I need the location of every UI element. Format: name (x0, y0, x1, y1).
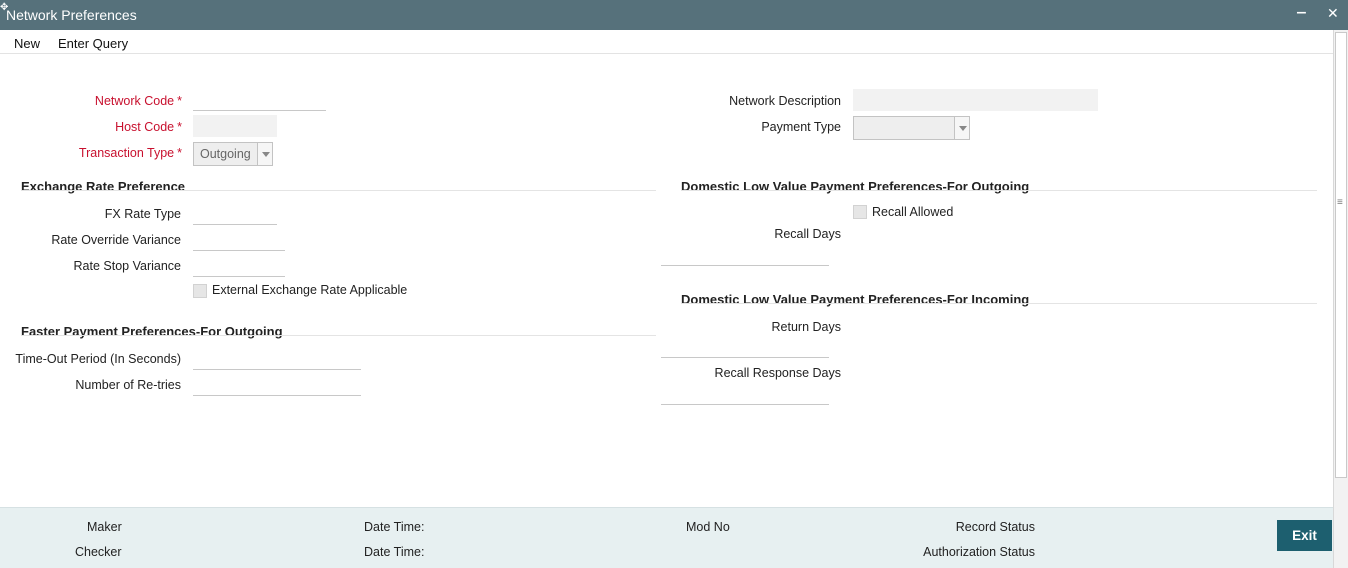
section-divider (681, 303, 1317, 304)
recall-response-days-label: Recall Response Days (714, 366, 841, 380)
external-exchange-rate-checkbox[interactable] (193, 284, 207, 298)
transaction-type-label: Transaction Type * (78, 146, 182, 160)
dlv-outgoing-section-title: Domestic Low Value Payment Preferences-F… (681, 179, 1030, 194)
network-code-label: Network Code * (94, 94, 182, 108)
menu-enter-query[interactable]: Enter Query (58, 36, 128, 51)
maker-label: Maker (87, 520, 122, 534)
checker-label: Checker (75, 545, 122, 559)
transaction-type-value: Outgoing (200, 147, 251, 161)
fx-rate-type-input[interactable] (193, 205, 277, 225)
section-divider (21, 335, 656, 336)
transaction-type-select[interactable]: Outgoing (193, 142, 273, 166)
recall-days-input[interactable] (661, 265, 829, 266)
dropdown-arrow-icon[interactable] (954, 117, 969, 139)
recall-allowed-label: Recall Allowed (872, 205, 954, 219)
checker-date-time-label: Date Time: (364, 545, 425, 559)
host-code-label: Host Code * (115, 120, 182, 134)
exchange-rate-section-title: Exchange Rate Preference (21, 179, 186, 194)
vertical-scrollbar[interactable]: ≡ (1333, 30, 1348, 568)
network-description-input[interactable] (853, 89, 1098, 111)
rate-override-variance-input[interactable] (193, 231, 285, 251)
recall-response-days-input[interactable] (661, 404, 829, 405)
dropdown-arrow-icon[interactable] (257, 143, 272, 165)
recall-days-label: Recall Days (774, 227, 841, 241)
return-days-label: Return Days (771, 320, 841, 334)
maker-date-time-label: Date Time: (364, 520, 425, 534)
payment-type-select[interactable] (853, 116, 970, 140)
host-code-input[interactable] (193, 115, 277, 137)
rate-stop-variance-input[interactable] (193, 257, 285, 277)
rate-override-variance-label: Rate Override Variance (51, 233, 181, 247)
network-description-label: Network Description (729, 94, 841, 108)
dlv-incoming-section-title: Domestic Low Value Payment Preferences-F… (681, 292, 1030, 307)
audit-footer: Maker Checker Date Time: Date Time: Mod … (0, 507, 1333, 568)
timeout-period-label: Time-Out Period (In Seconds) (15, 352, 181, 366)
number-of-retries-input[interactable] (193, 376, 361, 396)
external-exchange-rate-label: External Exchange Rate Applicable (212, 283, 408, 297)
scrollbar-thumb[interactable] (1335, 32, 1347, 478)
close-icon[interactable]: ✕ (1327, 5, 1339, 22)
window-title: Network Preferences (6, 7, 137, 23)
mod-no-label: Mod No (686, 520, 730, 534)
recall-allowed-checkbox[interactable] (853, 205, 867, 219)
network-code-input[interactable] (193, 91, 326, 111)
title-bar: ✥ Network Preferences ‒ ✕ (0, 0, 1348, 30)
exit-button[interactable]: Exit (1277, 520, 1332, 551)
menu-new[interactable]: New (14, 36, 40, 51)
section-divider (681, 190, 1317, 191)
rate-stop-variance-label: Rate Stop Variance (73, 259, 181, 273)
menu-bar: New Enter Query (0, 30, 1333, 54)
record-status-label: Record Status (955, 520, 1035, 534)
scroll-grip-icon: ≡ (1337, 197, 1343, 208)
fx-rate-type-label: FX Rate Type (104, 207, 181, 221)
return-days-input[interactable] (661, 357, 829, 358)
timeout-period-input[interactable] (193, 350, 361, 370)
number-of-retries-label: Number of Re-tries (75, 378, 181, 392)
faster-payment-section-title: Faster Payment Preferences-For Outgoing (21, 324, 283, 339)
payment-type-label: Payment Type (761, 120, 841, 134)
authorization-status-label: Authorization Status (923, 545, 1035, 559)
minimize-icon[interactable]: ‒ (1297, 4, 1306, 22)
section-divider (21, 190, 656, 191)
